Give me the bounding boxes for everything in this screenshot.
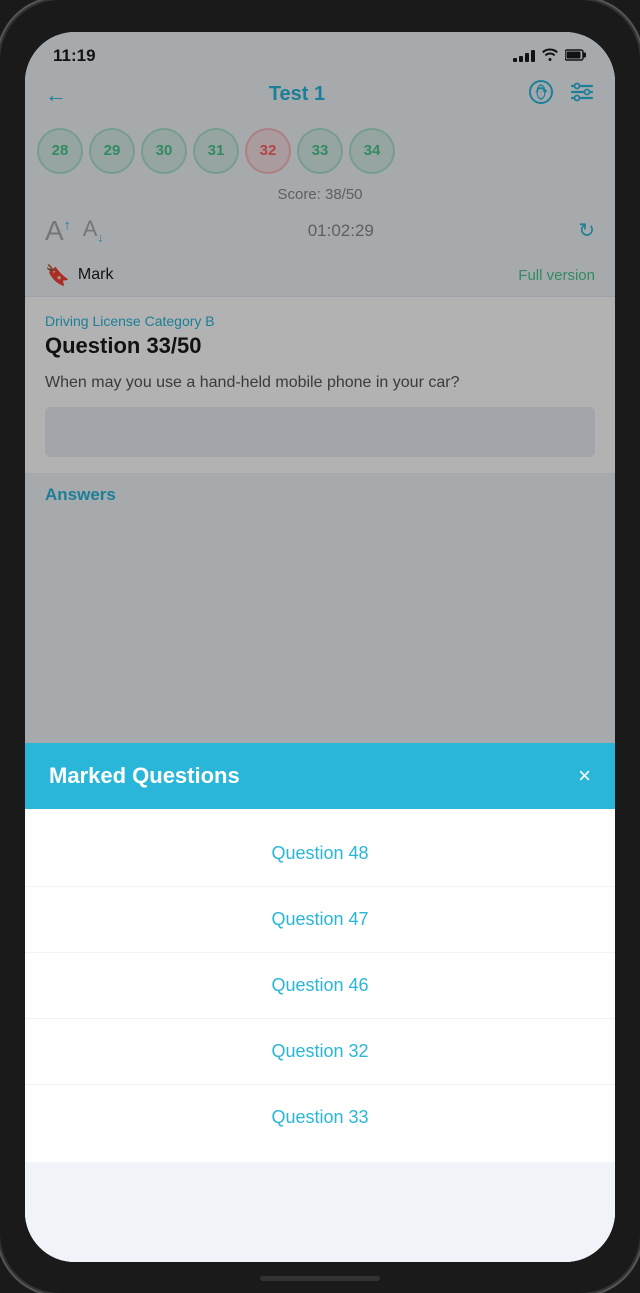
notch xyxy=(250,0,390,30)
modal-item-q33[interactable]: Question 33 xyxy=(25,1085,615,1150)
phone-frame: 11:19 xyxy=(0,0,640,1293)
modal-close-button[interactable]: × xyxy=(578,763,591,789)
modal-title: Marked Questions xyxy=(49,763,240,789)
modal-item-q47[interactable]: Question 47 xyxy=(25,887,615,953)
modal-header: Marked Questions × xyxy=(25,743,615,809)
modal-item-q32[interactable]: Question 32 xyxy=(25,1019,615,1085)
phone-screen: 11:19 xyxy=(25,32,615,1262)
modal-bottom-space xyxy=(25,1162,615,1262)
modal-item-q46[interactable]: Question 46 xyxy=(25,953,615,1019)
marked-questions-modal: Marked Questions × Question 48 Question … xyxy=(25,743,615,1262)
modal-list: Question 48 Question 47 Question 46 Ques… xyxy=(25,809,615,1162)
modal-item-q48[interactable]: Question 48 xyxy=(25,821,615,887)
home-indicator xyxy=(260,1276,380,1281)
modal-overlay: Marked Questions × Question 48 Question … xyxy=(25,32,615,1262)
